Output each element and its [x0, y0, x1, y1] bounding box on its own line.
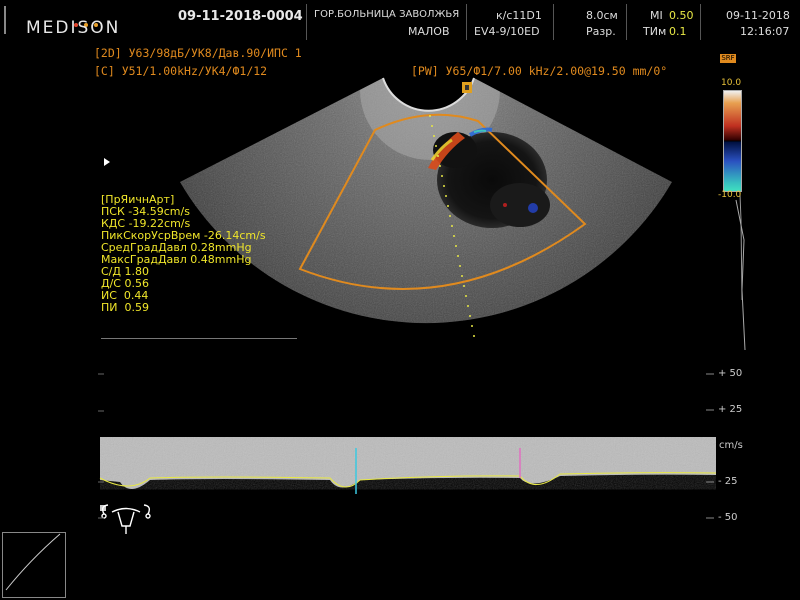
sample-gate-marker [462, 82, 472, 93]
scale-label-minus50: - 50 [718, 512, 738, 523]
gray-map-box [2, 532, 66, 598]
scale-label-plus25: + 25 [718, 404, 743, 415]
measurement-panel: [ПрЯичнАрт] ПСК -34.59cm/s КДС -19.22cm/… [101, 194, 297, 338]
doppler-spectrum [99, 437, 717, 494]
measurement-panel-divider [101, 338, 297, 339]
measurement-pi: ПИ 0.59 [101, 301, 149, 314]
scale-label-plus50: + 50 [718, 368, 743, 379]
colorbar-top-value: 10.0 [721, 78, 742, 88]
colorbar-bottom-value: -10.0 [718, 190, 742, 200]
scale-unit: cm/s [719, 440, 743, 451]
uterus-bodymark-icon [100, 504, 151, 534]
orientation-marker [104, 158, 110, 166]
scale-label-minus25: - 25 [718, 476, 738, 487]
color-velocity-bar [723, 90, 742, 192]
srf-badge: SRF [720, 54, 736, 63]
